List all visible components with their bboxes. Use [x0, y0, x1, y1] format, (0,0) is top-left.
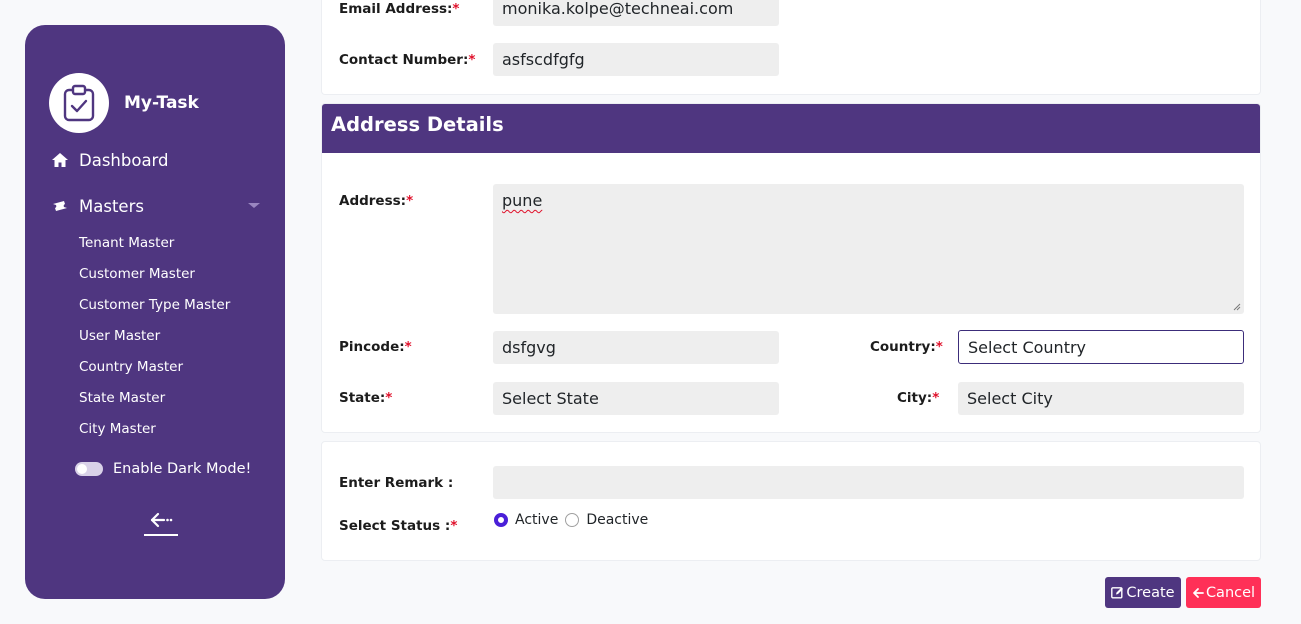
email-field[interactable]: monika.kolpe@techneai.com: [493, 0, 779, 26]
status-radio-group: Active Deactive: [494, 512, 655, 528]
resize-handle-icon[interactable]: [1233, 303, 1241, 311]
radio-deactive[interactable]: [565, 513, 580, 527]
email-label: Email Address:*: [339, 1, 460, 17]
pincode-label: Pincode:*: [339, 339, 412, 355]
sidebar-item-user-master[interactable]: User Master: [79, 326, 230, 357]
pincode-field[interactable]: dsfgvg: [493, 331, 779, 364]
create-button-label: Create: [1126, 584, 1175, 601]
select-status-label: Select Status :*: [339, 518, 458, 534]
edit-icon: [1111, 586, 1124, 599]
masters-submenu: Tenant Master Customer Master Customer T…: [79, 233, 230, 450]
cancel-button-label: Cancel: [1205, 584, 1256, 601]
dark-mode-toggle[interactable]: [75, 462, 103, 476]
sidebar-item-dashboard[interactable]: Dashboard: [50, 150, 169, 170]
radio-active[interactable]: [494, 513, 508, 527]
arrow-left-icon: [1192, 587, 1204, 599]
sidebar-item-state-master[interactable]: State Master: [79, 388, 230, 419]
address-textarea[interactable]: pune: [493, 184, 1244, 314]
chevron-down-icon[interactable]: [248, 203, 260, 208]
sidebar-item-label: Masters: [79, 196, 144, 216]
radio-active-label: Active: [515, 512, 559, 528]
state-label: State:*: [339, 390, 393, 406]
dark-mode-toggle-row: Enable Dark Mode!: [75, 461, 251, 477]
dark-mode-label: Enable Dark Mode!: [113, 461, 252, 477]
home-icon: [50, 150, 70, 170]
brand-name: My-Task: [124, 93, 199, 113]
status-option-deactive[interactable]: Deactive: [565, 512, 648, 528]
contact-number-label: Contact Number:*: [339, 52, 476, 68]
status-option-active[interactable]: Active: [494, 512, 558, 528]
address-details-title: Address Details: [322, 104, 1260, 153]
brand[interactable]: My-Task: [49, 73, 199, 133]
remark-field[interactable]: [493, 466, 1244, 499]
sidebar-item-masters[interactable]: Masters: [50, 196, 260, 216]
state-select[interactable]: Select State: [493, 382, 779, 415]
city-label: City:*: [897, 390, 940, 406]
sidebar-item-country-master[interactable]: Country Master: [79, 357, 230, 388]
address-label: Address:*: [339, 193, 414, 209]
sidebar: My-Task Dashboard Masters Tenant Master …: [25, 25, 285, 599]
sidebar-item-label: Dashboard: [79, 150, 169, 170]
address-value: pune: [502, 191, 543, 210]
status-card: Enter Remark : Select Status :* Active D…: [321, 441, 1261, 561]
sidebar-item-customer-type-master[interactable]: Customer Type Master: [79, 295, 230, 326]
sidebar-item-tenant-master[interactable]: Tenant Master: [79, 233, 230, 264]
sidebar-item-city-master[interactable]: City Master: [79, 419, 230, 450]
remark-label: Enter Remark :: [339, 475, 454, 491]
contact-details-card: Email Address:* monika.kolpe@techneai.co…: [321, 0, 1261, 95]
ticket-icon: [50, 196, 70, 216]
city-select[interactable]: Select City: [958, 382, 1244, 415]
radio-deactive-label: Deactive: [586, 512, 649, 528]
cancel-button[interactable]: Cancel: [1186, 577, 1261, 608]
sidebar-item-customer-master[interactable]: Customer Master: [79, 264, 230, 295]
address-details-card: Address Details Address:* pune Pincode:*…: [321, 103, 1261, 433]
contact-number-field[interactable]: asfscdfgfg: [493, 43, 779, 76]
logout-icon[interactable]: [143, 509, 179, 537]
country-label: Country:*: [870, 339, 943, 355]
create-button[interactable]: Create: [1105, 577, 1181, 608]
country-select[interactable]: Select Country: [958, 330, 1244, 364]
clipboard-check-icon: [49, 73, 109, 133]
